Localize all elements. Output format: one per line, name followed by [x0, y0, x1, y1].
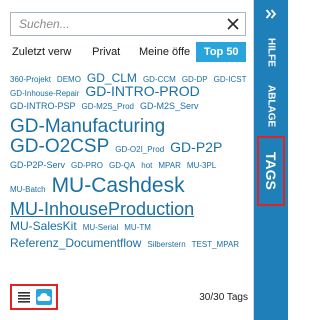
tag-link[interactable]: GD-O2CSP	[10, 137, 109, 156]
tag-link[interactable]: GD-P2P-Serv	[10, 161, 65, 170]
close-icon[interactable]	[221, 13, 245, 35]
sidebar-item-label: ABLAGE	[265, 84, 277, 128]
tag-cloud-row: Referenz_Documentflow Silberstern TEST_M…	[10, 237, 248, 253]
view-toggle	[10, 284, 58, 310]
sidebar-item-label: TAGS	[263, 152, 279, 190]
tag-link[interactable]: MU-TM	[124, 224, 151, 232]
sidebar-item-tags[interactable]: TAGS	[257, 136, 285, 206]
tag-link[interactable]: GD-O2I_Prod	[115, 146, 164, 154]
tag-cloud-row: MU-SalesKit MU-Serial MU-TM	[10, 220, 248, 237]
tag-link[interactable]: hot	[141, 162, 152, 170]
tag-link[interactable]: 360-Projekt	[10, 76, 51, 84]
tag-link[interactable]: GD-ICST	[214, 76, 247, 84]
tag-link[interactable]: MPAR	[158, 162, 181, 170]
tag-link[interactable]: GD-QA	[109, 162, 135, 170]
double-chevron-right-icon[interactable]	[254, 6, 288, 22]
tag-cloud-row: MU-InhouseProduction	[10, 200, 248, 220]
tab-recently-used[interactable]: Zuletzt verw	[10, 42, 73, 62]
tag-cloud-row: GD-P2P-Serv GD-PRO GD-QA hot MPAR MU-3PL	[10, 161, 248, 175]
tag-link[interactable]: GD-M2S_Serv	[140, 102, 199, 111]
tag-link[interactable]: MU-InhouseProduction	[10, 200, 194, 218]
right-sidebar: HILFE ABLAGE TAGS	[254, 0, 288, 320]
tags-panel-page: Zuletzt verw Privat Meine öffer Top 50 3…	[0, 0, 288, 320]
tag-cloud-row: GD-Manufacturing	[10, 117, 248, 137]
tab-private[interactable]: Privat	[85, 42, 127, 62]
tag-link[interactable]: MU-Batch	[10, 186, 46, 194]
tags-main-panel: Zuletzt verw Privat Meine öffer Top 50 3…	[0, 0, 254, 320]
tags-footer: 30/30 Tags	[10, 284, 248, 310]
tag-link[interactable]: GD-INTRO-PROD	[85, 84, 199, 98]
tag-link[interactable]: GD-M2S_Prod	[82, 103, 134, 111]
tag-link[interactable]: GD-INTRO-PSP	[10, 102, 76, 111]
search-input[interactable]	[11, 14, 221, 34]
tab-my-public[interactable]: Meine öffer	[139, 42, 191, 62]
sidebar-item-label: HILFE	[265, 37, 277, 67]
search-box	[10, 12, 246, 36]
tag-filter-tabs: Zuletzt verw Privat Meine öffer Top 50	[10, 42, 246, 62]
tab-top-50[interactable]: Top 50	[196, 42, 246, 62]
tag-link[interactable]: Silberstern	[147, 241, 185, 249]
list-icon[interactable]	[16, 289, 32, 305]
tag-cloud-row: MU-Batch MU-Cashdesk	[10, 175, 248, 200]
sidebar-item-ablage[interactable]: ABLAGE	[254, 84, 288, 128]
tag-cloud: 360-Projekt DEMO GD_CLM GD-CCM GD-DP GD-…	[10, 72, 248, 253]
tag-link[interactable]: MU-3PL	[187, 162, 216, 170]
tag-count: 30/30 Tags	[199, 291, 248, 303]
tag-link[interactable]: DEMO	[57, 76, 81, 84]
tag-link[interactable]: MU-Serial	[83, 224, 119, 232]
tag-link[interactable]: GD-P2P	[170, 140, 222, 154]
sidebar-item-hilfe[interactable]: HILFE	[254, 32, 288, 72]
tag-link[interactable]: Referenz_Documentflow	[10, 237, 141, 249]
tag-cloud-row: GD-O2CSP GD-O2I_Prod GD-P2P	[10, 137, 248, 161]
tag-link[interactable]: GD-PRO	[71, 162, 103, 170]
tag-link[interactable]: TEST_MPAR	[192, 241, 239, 249]
cloud-icon[interactable]	[36, 289, 52, 305]
tag-cloud-row: GD-INTRO-PSP GD-M2S_Prod GD-M2S_Serv	[10, 102, 248, 117]
tag-link[interactable]: GD-Manufacturing	[10, 117, 165, 136]
tag-link[interactable]: GD-Inhouse-Repair	[10, 90, 79, 98]
tag-link[interactable]: MU-SalesKit	[10, 220, 77, 232]
tag-cloud-row: GD-Inhouse-Repair GD-INTRO-PROD	[10, 84, 248, 102]
tag-link[interactable]: MU-Cashdesk	[52, 175, 185, 196]
